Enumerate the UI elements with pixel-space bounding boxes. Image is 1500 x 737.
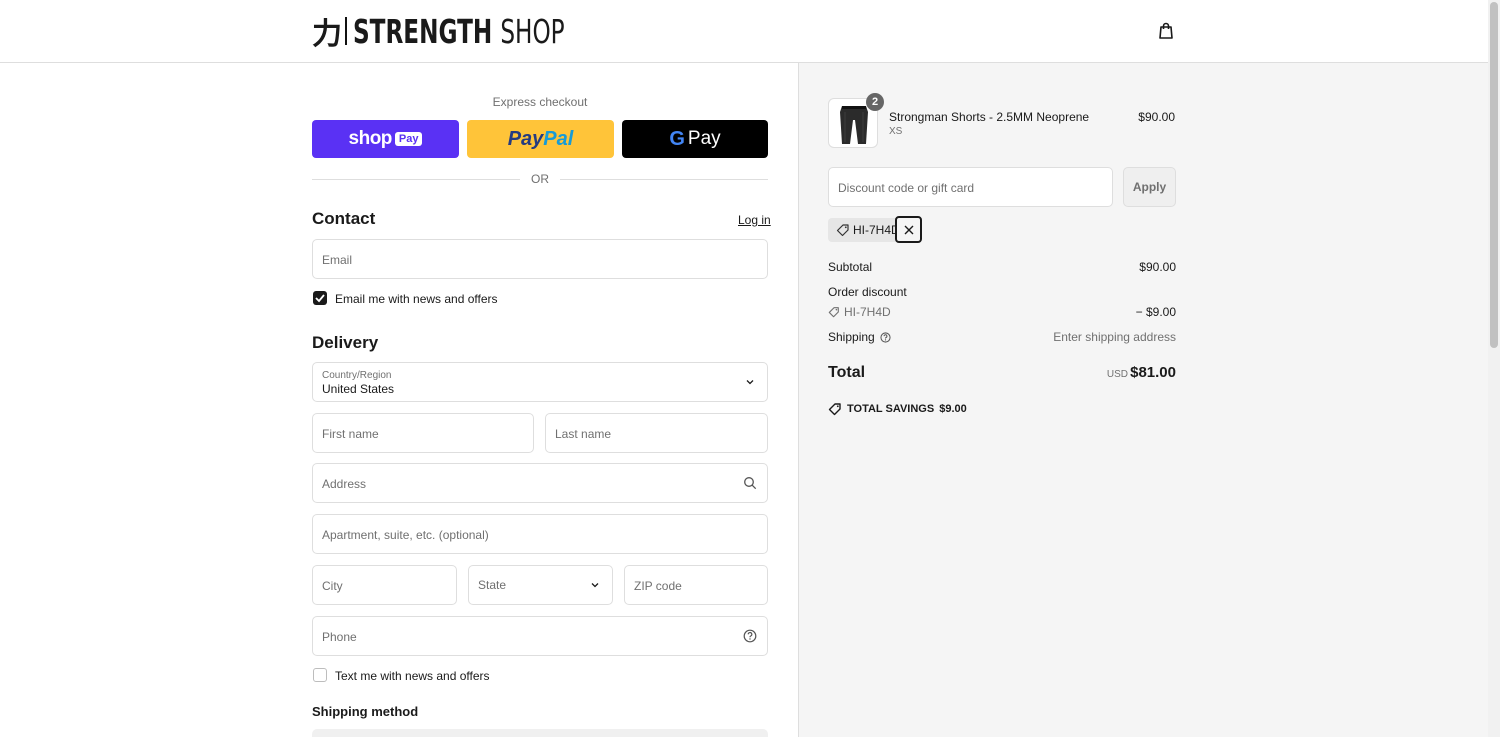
sms-news-checkbox[interactable] [313, 668, 327, 682]
subtotal-label: Subtotal [828, 260, 873, 274]
brand-word-bold: STRENGTH [353, 11, 493, 51]
tag-icon [828, 307, 839, 318]
first-name-field[interactable]: First name [312, 413, 534, 453]
shopping-bag-icon[interactable] [1156, 21, 1176, 41]
brand-divider [345, 17, 347, 45]
apply-discount-button[interactable]: Apply [1123, 167, 1176, 207]
email-news-checkbox[interactable] [313, 291, 327, 305]
paypal-button[interactable]: Pay Pal [467, 120, 614, 158]
shipping-method-box [312, 729, 768, 737]
last-name-field[interactable]: Last name [545, 413, 768, 453]
shipping-label: Shipping [828, 330, 875, 344]
phone-field[interactable]: Phone [312, 616, 768, 656]
shipping-row: Shipping [828, 330, 891, 344]
paypal-text-b: Pal [543, 127, 574, 150]
order-discount-value: − $9.00 [1135, 305, 1176, 319]
applied-code-text: HI-7H4D [853, 223, 900, 237]
brand-mark: 力 [312, 17, 342, 52]
chevron-down-icon [591, 583, 599, 588]
paypal-text-a: Pay [507, 127, 544, 150]
site-header: 力 STRENGTH SHOP [0, 0, 1488, 63]
shop-pay-text: shop [348, 128, 393, 149]
close-icon [904, 225, 913, 234]
apartment-placeholder: Apartment, suite, etc. (optional) [322, 528, 489, 542]
remove-discount-button[interactable] [895, 216, 922, 243]
express-checkout-label: Express checkout [492, 95, 588, 109]
search-icon[interactable] [743, 476, 757, 490]
total-savings: TOTAL SAVINGS $9.00 [828, 402, 967, 416]
product-name: Strongman Shorts - 2.5MM Neoprene [889, 110, 1090, 124]
savings-value: $9.00 [939, 403, 967, 415]
help-circle-icon[interactable] [880, 331, 891, 343]
subtotal-value: $90.00 [1139, 260, 1176, 274]
zip-placeholder: ZIP code [634, 579, 682, 593]
order-discount-label: Order discount [828, 285, 907, 299]
total-currency: USD [1106, 369, 1128, 380]
email-news-label: Email me with news and offers [335, 292, 498, 306]
shipping-method-heading: Shipping method [312, 704, 419, 719]
product-price: $90.00 [1138, 110, 1175, 124]
delivery-heading: Delivery [312, 333, 379, 352]
city-field[interactable]: City [312, 565, 457, 605]
country-value: United States [322, 382, 395, 396]
google-g-icon: G [669, 127, 685, 150]
state-placeholder: State [478, 578, 507, 592]
country-select[interactable]: Country/Region United States [312, 362, 768, 402]
brand-logo[interactable]: 力 STRENGTH SHOP [312, 12, 624, 53]
chevron-down-icon [746, 380, 754, 385]
checkmark-icon [315, 294, 325, 303]
product-variant: XS [889, 126, 903, 137]
tag-icon [836, 224, 849, 237]
savings-label: TOTAL SAVINGS [847, 403, 935, 415]
login-link[interactable]: Log in [738, 213, 771, 227]
order-discount-code: HI-7H4D [828, 305, 891, 319]
phone-placeholder: Phone [322, 630, 357, 644]
help-circle-icon[interactable] [743, 629, 757, 643]
google-pay-text: Pay [687, 128, 721, 149]
first-name-placeholder: First name [322, 427, 379, 441]
address-field[interactable]: Address [312, 463, 768, 503]
address-placeholder: Address [322, 477, 367, 491]
order-discount-code-text: HI-7H4D [844, 305, 891, 319]
state-select[interactable]: State [468, 565, 613, 605]
total-value: $81.00 [1130, 364, 1176, 381]
brand-wordmark: STRENGTH SHOP [353, 12, 565, 51]
shop-pay-badge: Pay [394, 132, 423, 146]
or-label: OR [520, 172, 560, 186]
google-pay-button[interactable]: G Pay [622, 120, 768, 158]
apartment-field[interactable]: Apartment, suite, etc. (optional) [312, 514, 768, 554]
city-placeholder: City [322, 579, 343, 593]
shipping-value: Enter shipping address [1053, 330, 1176, 344]
contact-heading: Contact [312, 209, 376, 228]
scrollbar-thumb[interactable] [1490, 2, 1498, 348]
email-placeholder: Email [322, 253, 353, 267]
brand-word-thin: SHOP [500, 11, 565, 51]
zip-field[interactable]: ZIP code [624, 565, 768, 605]
sms-news-label: Text me with news and offers [335, 669, 490, 683]
total-label: Total [828, 364, 866, 381]
last-name-placeholder: Last name [555, 427, 612, 441]
quantity-badge: 2 [866, 93, 884, 111]
discount-placeholder: Discount code or gift card [838, 181, 975, 195]
tag-icon [828, 403, 841, 416]
discount-code-field[interactable]: Discount code or gift card [828, 167, 1113, 207]
country-label: Country/Region [322, 370, 392, 381]
email-field[interactable]: Email [312, 239, 768, 279]
shop-pay-button[interactable]: shop Pay [312, 120, 459, 158]
order-summary-panel [798, 63, 1488, 737]
